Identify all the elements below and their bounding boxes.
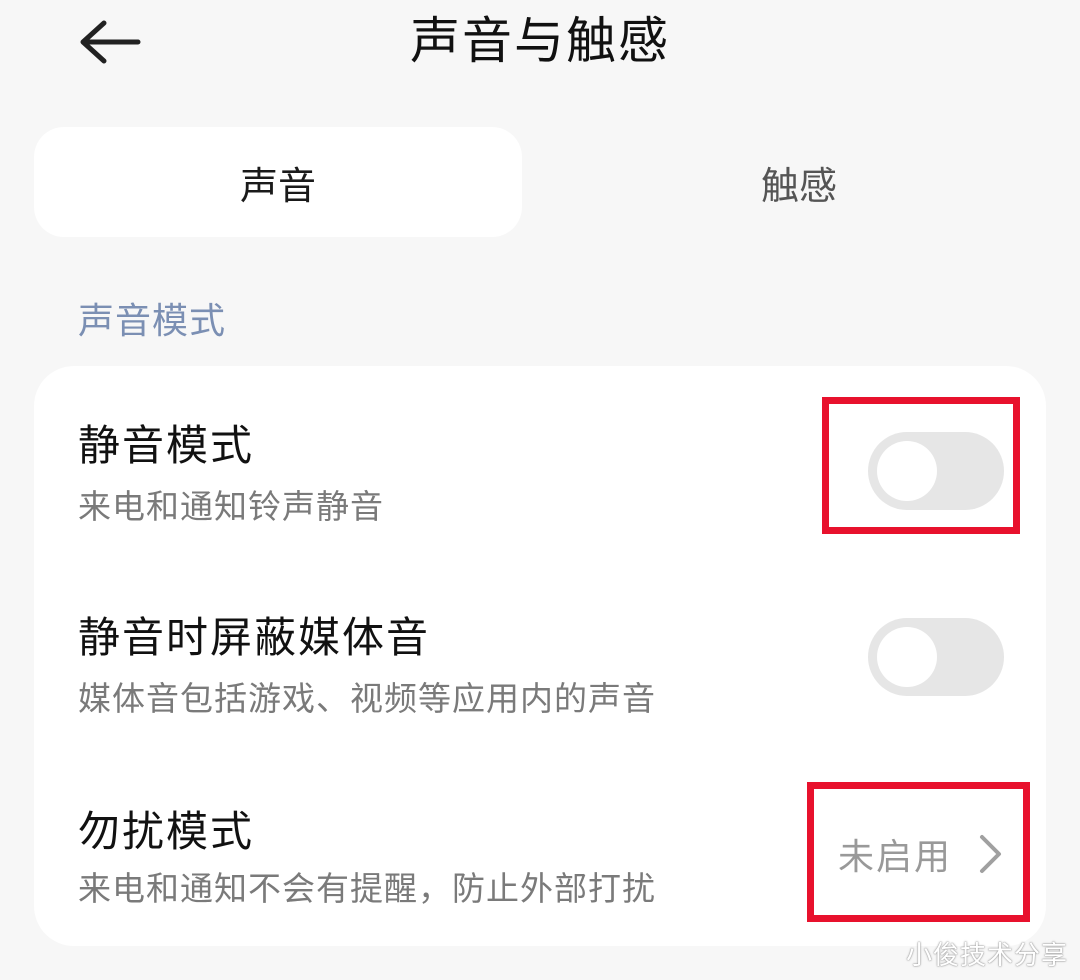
page-title: 声音与触感: [410, 12, 670, 70]
tab-bar: 声音 触感: [34, 127, 1046, 237]
setting-title: 勿扰模式: [78, 807, 255, 856]
setting-title: 静音时屏蔽媒体音: [78, 613, 431, 662]
dnd-status-value: 未启用: [838, 837, 953, 878]
toggle-knob: [877, 441, 937, 501]
setting-row-block-media[interactable]: 静音时屏蔽媒体音 媒体音包括游戏、视频等应用内的声音: [34, 572, 1046, 752]
settings-card: 静音模式 来电和通知铃声静音 静音时屏蔽媒体音 媒体音包括游戏、视频等应用内的声…: [34, 366, 1046, 946]
setting-subtitle: 媒体音包括游戏、视频等应用内的声音: [78, 679, 656, 718]
setting-subtitle: 来电和通知铃声静音: [78, 487, 384, 526]
chevron-right-icon: [980, 835, 1001, 873]
silent-mode-toggle[interactable]: [868, 432, 1004, 510]
block-media-toggle[interactable]: [868, 618, 1004, 696]
setting-row-do-not-disturb[interactable]: 勿扰模式 来电和通知不会有提醒，防止外部打扰 未启用: [34, 766, 1046, 946]
setting-title: 静音模式: [78, 421, 255, 470]
setting-subtitle: 来电和通知不会有提醒，防止外部打扰: [78, 869, 656, 908]
section-label: 声音模式: [78, 301, 227, 342]
watermark: 小俊技术分享: [905, 941, 1068, 971]
toggle-knob: [877, 627, 937, 687]
tab-sound[interactable]: 声音: [34, 127, 522, 237]
setting-row-silent-mode[interactable]: 静音模式 来电和通知铃声静音: [34, 376, 1046, 556]
tab-haptics[interactable]: 触感: [544, 127, 1054, 237]
